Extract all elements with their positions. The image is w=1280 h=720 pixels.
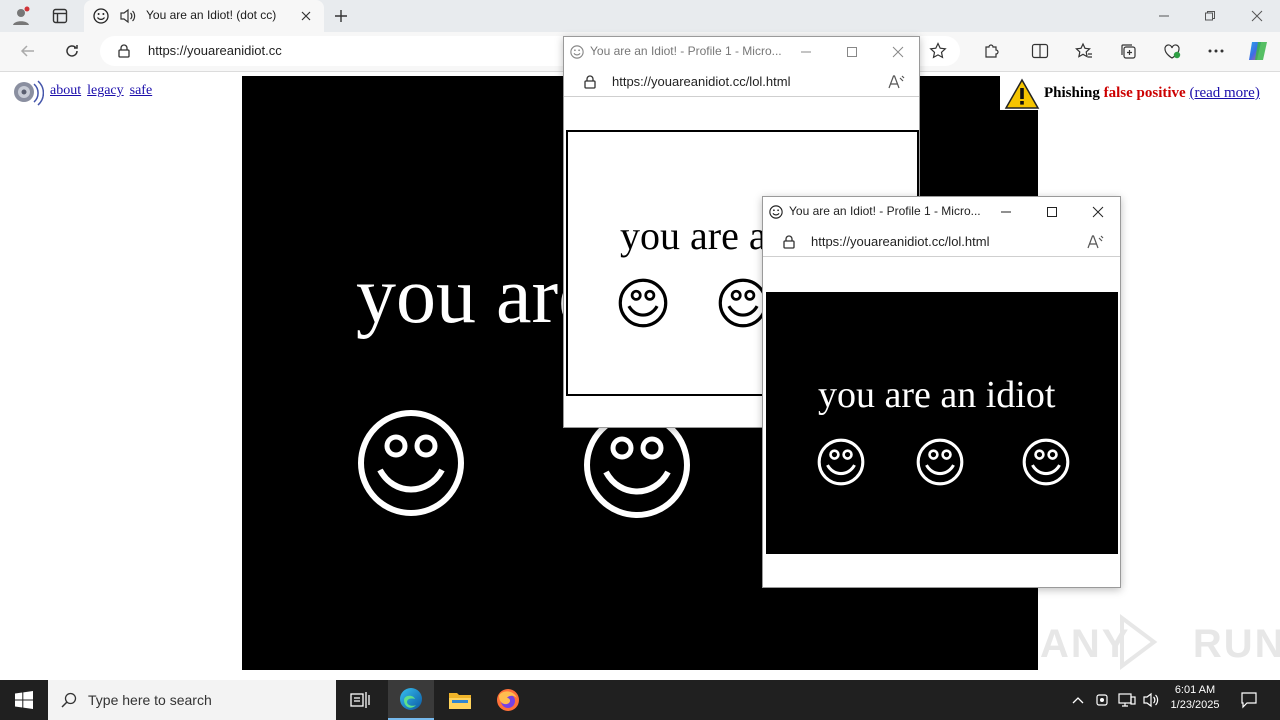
popup-url-text: https://youareanidiot.cc/lol.html	[612, 74, 791, 89]
search-icon	[60, 691, 78, 709]
clock-date: 1/23/2025	[1170, 699, 1220, 711]
collections-icon[interactable]	[1116, 40, 1140, 62]
lock-icon[interactable]	[582, 74, 598, 90]
speaker-icon[interactable]	[118, 7, 138, 25]
popup-title: You are an Idiot! - Profile 1 - Micro...	[590, 44, 782, 58]
notifications-icon[interactable]	[1234, 680, 1264, 720]
popup-titlebar[interactable]: You are an Idiot! - Profile 1 - Micro...	[763, 197, 1120, 227]
refresh-icon[interactable]	[60, 40, 84, 62]
popup-close-icon[interactable]	[1088, 204, 1108, 220]
about-link[interactable]: about	[50, 83, 81, 98]
popup-minimize-icon[interactable]	[796, 44, 816, 60]
close-window-icon[interactable]	[1245, 6, 1269, 26]
firefox-icon[interactable]	[488, 680, 528, 720]
new-tab-icon[interactable]	[330, 6, 352, 26]
phishing-notice: Phishing false positive (read more)	[1000, 76, 1274, 110]
minimize-icon[interactable]	[1152, 6, 1176, 26]
device-icon[interactable]	[1092, 680, 1112, 720]
back-icon[interactable]	[16, 40, 40, 62]
idiot-text: you are an idiot	[818, 374, 1056, 416]
tab-close-icon[interactable]	[298, 8, 314, 24]
smiley-favicon-icon	[92, 7, 110, 25]
edge-taskbar-icon[interactable]	[388, 680, 434, 720]
clock-time: 6:01 AM	[1174, 684, 1216, 696]
clock[interactable]: 6:01 AM 1/23/2025	[1166, 683, 1224, 719]
more-menu-icon[interactable]	[1204, 40, 1228, 62]
windows-start-icon[interactable]	[0, 680, 48, 720]
read-aloud-icon[interactable]	[886, 73, 906, 91]
popup-minimize-icon[interactable]	[996, 204, 1016, 220]
browser-essentials-icon[interactable]	[1160, 40, 1184, 62]
smiley-favicon-icon	[569, 44, 585, 60]
tray-chevron-icon[interactable]	[1068, 680, 1088, 720]
lock-icon[interactable]	[781, 234, 797, 250]
smiley-face-icon	[1022, 438, 1070, 486]
lock-icon[interactable]	[116, 43, 132, 59]
split-screen-icon[interactable]	[1028, 40, 1052, 62]
popup-titlebar[interactable]: You are an Idiot! - Profile 1 - Micro...	[564, 37, 919, 67]
url-text: https://youareanidiot.cc	[148, 43, 282, 58]
warning-icon	[1004, 78, 1040, 110]
browser-tab-bar: You are an Idiot! (dot cc)	[0, 0, 1280, 32]
smiley-face-icon	[916, 438, 964, 486]
restore-icon[interactable]	[1198, 6, 1222, 26]
false-positive-label: false positive	[1103, 85, 1186, 101]
network-icon[interactable]	[1116, 680, 1138, 720]
popup-maximize-icon[interactable]	[842, 44, 862, 60]
smiley-face-icon	[718, 278, 768, 328]
profile-icon[interactable]	[8, 4, 34, 28]
tab-active[interactable]: You are an Idiot! (dot cc)	[84, 0, 324, 32]
favorite-star-icon[interactable]	[926, 40, 950, 62]
taskbar-search-box[interactable]: Type here to search	[48, 680, 336, 720]
smiley-face-icon	[817, 438, 865, 486]
file-explorer-icon[interactable]	[440, 680, 480, 720]
popup-content-panel: you are an idiot	[766, 292, 1118, 554]
anyrun-watermark: ANY RUN	[1040, 612, 1280, 672]
safe-link[interactable]: safe	[130, 83, 153, 98]
tab-actions-icon[interactable]	[48, 6, 72, 26]
smiley-face-icon	[618, 278, 668, 328]
popup-url-bar: https://youareanidiot.cc/lol.html	[564, 67, 919, 97]
legacy-link[interactable]: legacy	[87, 83, 124, 98]
page-nav-links: about legacy safe	[50, 79, 158, 99]
read-more-link[interactable]: (read more)	[1189, 85, 1259, 101]
read-aloud-icon[interactable]	[1085, 233, 1105, 251]
search-placeholder: Type here to search	[88, 692, 212, 708]
smiley-face-icon	[356, 408, 466, 518]
popup-url-text: https://youareanidiot.cc/lol.html	[811, 234, 990, 249]
watermark-text: ANY RUN	[1040, 622, 1280, 666]
popup-close-icon[interactable]	[888, 44, 908, 60]
windows-taskbar: Type here to search 6:01 AM 1/23/2025	[0, 680, 1280, 720]
popup-title: You are an Idiot! - Profile 1 - Micro...	[789, 204, 981, 218]
tab-title: You are an Idiot! (dot cc)	[146, 8, 277, 22]
popup-url-bar: https://youareanidiot.cc/lol.html	[763, 227, 1120, 257]
copilot-icon[interactable]	[1244, 38, 1272, 64]
popup-maximize-icon[interactable]	[1042, 204, 1062, 220]
sound-speaker-icon[interactable]	[10, 76, 45, 110]
favorites-icon[interactable]	[1072, 40, 1096, 62]
phishing-label: Phishing	[1044, 85, 1100, 101]
popup-window-2[interactable]: You are an Idiot! - Profile 1 - Micro...…	[762, 196, 1121, 588]
smiley-favicon-icon	[768, 204, 784, 220]
volume-icon[interactable]	[1140, 680, 1162, 720]
extensions-icon[interactable]	[980, 40, 1004, 62]
task-view-icon[interactable]	[340, 680, 380, 720]
